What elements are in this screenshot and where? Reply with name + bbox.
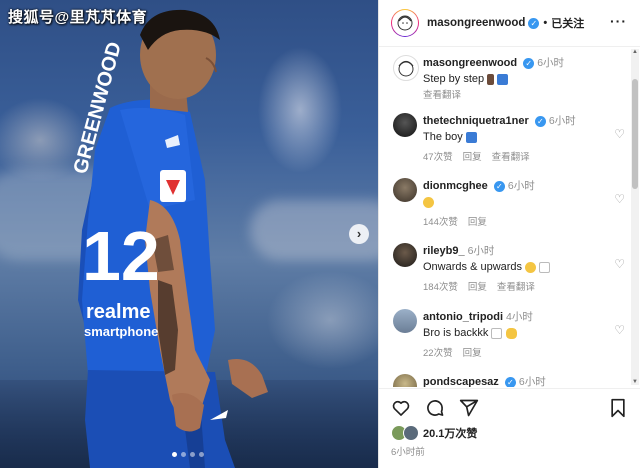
comment-like-heart-icon[interactable]: ♡ — [614, 323, 625, 337]
see-translation-link[interactable]: 查看翻译 — [492, 152, 530, 163]
avatar[interactable] — [393, 309, 417, 333]
likes-count[interactable]: 20.1万次赞 — [423, 425, 477, 441]
post-header: masongreenwood ✓ • 已关注 ··· — [379, 0, 640, 47]
post-photo[interactable]: GREENWOOD 12 realme smartphone 搜狐号@里芃芃体育… — [0, 0, 378, 468]
chart-up-emoji-icon — [539, 261, 551, 273]
like-count[interactable]: 144次赞 — [423, 217, 458, 228]
avatar[interactable] — [393, 374, 417, 387]
comment-time[interactable]: 6小时 — [519, 376, 546, 387]
watermark: 搜狐号@里芃芃体育 — [8, 9, 148, 26]
reply-link[interactable]: 回复 — [468, 282, 487, 293]
jersey-number: 12 — [82, 217, 160, 295]
like-count[interactable]: 22次赞 — [423, 348, 453, 359]
like-count[interactable]: 47次赞 — [423, 152, 453, 163]
follow-status-button[interactable]: 已关注 — [551, 15, 584, 31]
comment-username[interactable]: dionmcghee — [423, 180, 488, 192]
verified-badge-icon: ✓ — [504, 376, 516, 387]
comment-time[interactable]: 6小时 — [468, 245, 495, 257]
comment-text: The boy — [423, 131, 463, 143]
liker-avatar — [403, 425, 419, 441]
more-horizontal-icon[interactable]: ··· — [610, 13, 627, 29]
comment-like-heart-icon[interactable]: ♡ — [614, 192, 625, 206]
like-count[interactable]: 184次赞 — [423, 282, 458, 293]
carousel-dot — [190, 452, 195, 457]
send-icon[interactable] — [459, 398, 479, 418]
carousel-dot — [181, 452, 186, 457]
blue-square-emoji-icon — [497, 73, 509, 85]
posted-time[interactable]: 6小时前 — [391, 444, 425, 458]
sponsor-realme: realme — [86, 301, 151, 323]
carousel-dot — [172, 452, 177, 457]
reply-link[interactable]: 回复 — [463, 152, 482, 163]
chart-up-emoji-icon — [491, 327, 503, 339]
avatar[interactable] — [393, 243, 417, 267]
scrollbar-thumb[interactable] — [632, 79, 638, 189]
comment-text: Step by step — [423, 73, 485, 85]
carousel-indicator — [172, 452, 204, 457]
comments-scrollbar[interactable]: ▲ ▼ — [631, 49, 639, 385]
reply-link[interactable]: 回复 — [468, 217, 487, 228]
verified-badge-icon: ✓ — [523, 57, 535, 69]
author-avatar[interactable] — [391, 9, 419, 37]
see-translation-link[interactable]: 查看翻译 — [423, 90, 461, 101]
comment-username[interactable]: thetechniquetra1ner — [423, 115, 529, 127]
author-username[interactable]: masongreenwood — [427, 17, 525, 29]
comment-text: Bro is backkk — [423, 327, 489, 339]
see-translation-link[interactable]: 查看翻译 — [497, 282, 535, 293]
avatar[interactable] — [393, 178, 417, 202]
comment-time[interactable]: 6小时 — [549, 115, 576, 127]
handshake-emoji-icon — [505, 327, 517, 339]
likes-summary[interactable]: 20.1万次赞 — [391, 425, 477, 441]
carousel-dot — [199, 452, 204, 457]
comment-username[interactable]: masongreenwood — [423, 57, 517, 69]
sponsor-smartphone: smartphone — [84, 324, 158, 339]
header-separator: • — [543, 17, 548, 29]
verified-badge-icon: ✓ — [528, 17, 540, 29]
carousel-next-button[interactable]: › — [349, 224, 369, 244]
comment-icon[interactable] — [425, 398, 445, 418]
sketch-face-icon — [398, 60, 414, 77]
comment-time[interactable]: 4小时 — [506, 311, 533, 323]
comment-time[interactable]: 6小时 — [508, 180, 535, 192]
comments-list: masongreenwood ✓ 6小时 Step by step 查看翻译 th… — [379, 47, 629, 387]
verified-badge-icon: ✓ — [493, 180, 505, 192]
comment-username[interactable]: pondscapesaz — [423, 376, 499, 387]
post-actions: 20.1万次赞 6小时前 — [379, 388, 640, 469]
comment-like-heart-icon[interactable]: ♡ — [614, 257, 625, 271]
scroll-down-icon[interactable]: ▼ — [631, 379, 639, 385]
player-illustration: GREENWOOD 12 realme smartphone — [70, 9, 268, 468]
comment-like-heart-icon[interactable]: ♡ — [614, 127, 625, 141]
comment-username[interactable]: antonio_tripodi — [423, 311, 503, 323]
scroll-up-icon[interactable]: ▲ — [631, 49, 639, 55]
pray-emoji-icon — [487, 73, 495, 85]
avatar[interactable] — [393, 55, 419, 81]
verified-badge-icon: ✓ — [534, 115, 546, 127]
sketch-face-icon — [397, 15, 413, 31]
comment-text: Onwards & upwards — [423, 261, 523, 273]
avatar[interactable] — [393, 113, 417, 137]
comment-time[interactable]: 6小时 — [537, 57, 564, 69]
sparkle-emoji-icon — [525, 261, 537, 273]
heart-icon[interactable] — [391, 398, 411, 418]
relieved-face-emoji-icon — [423, 196, 434, 208]
reply-link[interactable]: 回复 — [463, 348, 482, 359]
bookmark-icon[interactable] — [609, 398, 627, 418]
down-arrow-blue-emoji-icon — [465, 131, 477, 143]
post-sidebar: masongreenwood ✓ • 已关注 ··· masongreenwoo… — [378, 0, 640, 468]
comment-username[interactable]: rileyb9_ — [423, 245, 465, 257]
